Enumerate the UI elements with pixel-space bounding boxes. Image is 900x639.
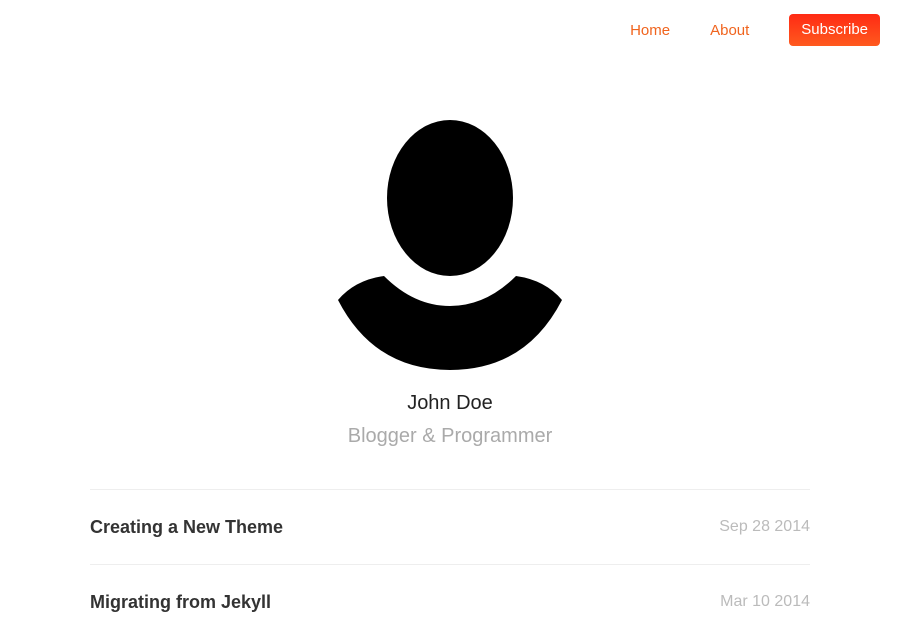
post-title[interactable]: Creating a New Theme — [90, 517, 283, 538]
nav-about-link[interactable]: About — [710, 22, 749, 39]
avatar-head — [387, 120, 513, 276]
person-silhouette-icon — [338, 120, 562, 370]
top-nav: Home About Subscribe — [590, 14, 880, 46]
post-date: Sep 28 2014 — [719, 518, 810, 535]
post-title[interactable]: Migrating from Jekyll — [90, 592, 271, 613]
nav-home-link[interactable]: Home — [630, 22, 670, 39]
avatar-shoulders — [338, 276, 562, 370]
profile-name: John Doe — [407, 392, 493, 414]
post-date: Mar 10 2014 — [720, 593, 810, 610]
post-item[interactable]: Migrating from Jekyll Mar 10 2014 — [90, 564, 810, 639]
post-list: Creating a New Theme Sep 28 2014 Migrati… — [90, 489, 810, 639]
subscribe-button[interactable]: Subscribe — [789, 14, 880, 46]
profile-tagline: Blogger & Programmer — [347, 425, 553, 447]
post-item[interactable]: Creating a New Theme Sep 28 2014 — [90, 489, 810, 564]
